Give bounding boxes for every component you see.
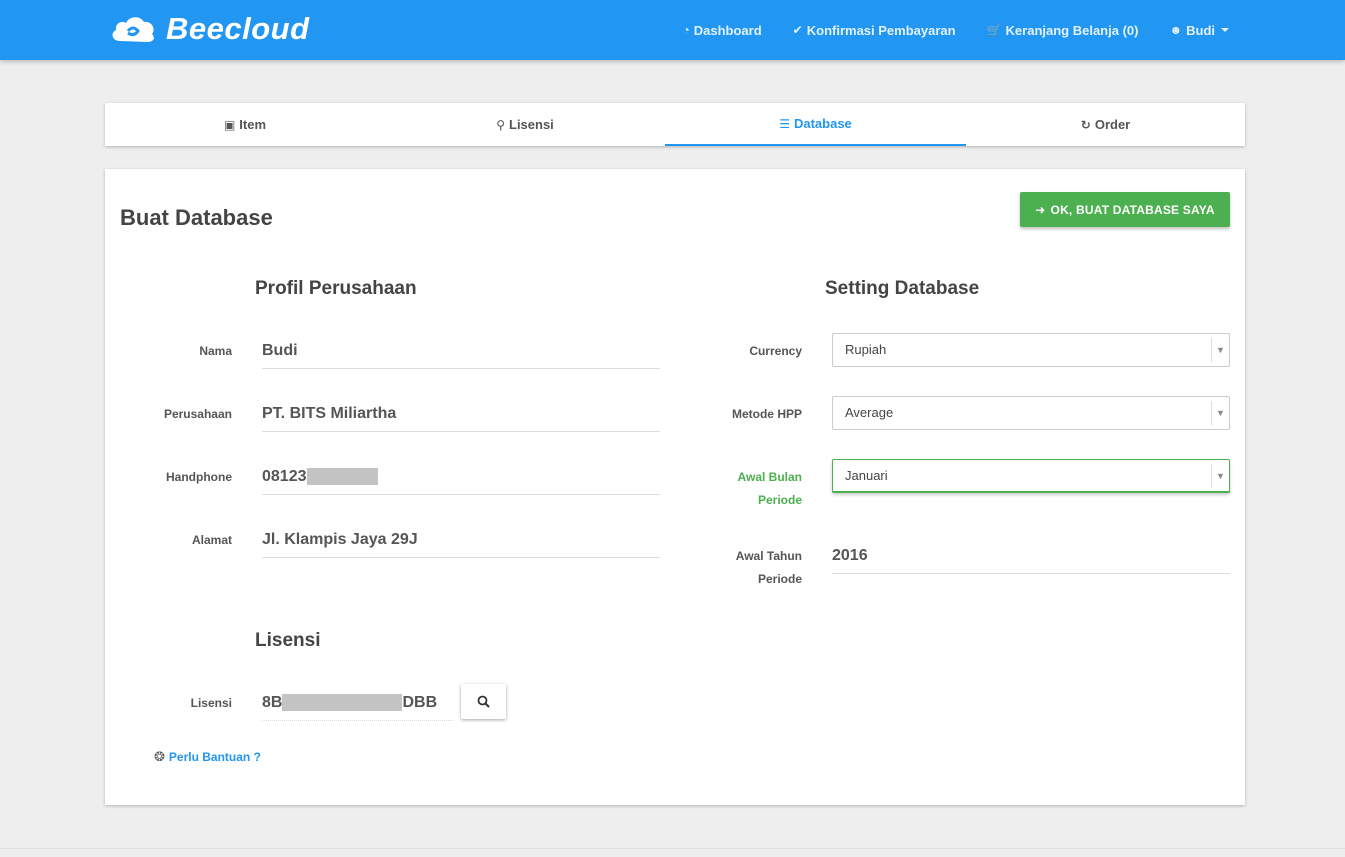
search-icon [477,695,490,708]
help-link-label: Perlu Bantuan ? [168,750,261,764]
nav-cart-label: Keranjang Belanja (0) [1005,22,1139,38]
license-value-suffix: DBB [402,694,438,711]
profile-section-title: Profil Perusahaan [255,278,417,299]
nav-dashboard-label: Dashboard [693,22,762,38]
brand-logo[interactable]: Beecloud [108,8,310,50]
user-icon: ☻ [1169,23,1183,37]
dropdown-arrow-icon: ▼ [1211,464,1229,488]
dropdown-arrow-icon: ▼ [1211,401,1229,425]
main-nav: ◔ Dashboard ✔ Konfirmasi Pembayaran 🛒 Ke… [652,0,1229,60]
start-month-label-line2: Periode [757,493,802,507]
license-section-title: Lisensi [255,630,321,651]
license-label: Lisensi [190,696,232,710]
nav-confirm-payment-label: Konfirmasi Pembayaran [806,22,956,38]
dropdown-arrow-icon: ▼ [1211,338,1229,362]
arrow-right-icon: ➜ [1035,202,1046,217]
license-search-button[interactable] [461,684,506,719]
license-value-prefix: 8B [262,694,283,711]
nav-user-label: Budi [1186,22,1215,38]
currency-select[interactable]: Rupiah ▼ [832,333,1230,367]
database-icon: ☰ [779,116,790,131]
check-icon: ✔ [792,23,803,37]
footer-divider [0,848,1345,849]
brand-name: Beecloud [166,11,310,46]
start-year-label-line1: Awal Tahun [735,549,802,563]
name-field[interactable]: Budi [262,333,660,369]
nav-confirm-payment[interactable]: ✔ Konfirmasi Pembayaran [793,23,956,38]
name-label: Nama [199,344,232,358]
phone-value: 08123 [262,468,307,485]
start-month-label-line1: Awal Bulan [737,470,802,484]
tab-lisensi-label: Lisensi [509,117,554,132]
tab-database-label: Database [793,116,852,131]
hpp-method-select[interactable]: Average ▼ [832,396,1230,430]
company-field[interactable]: PT. BITS Miliartha [262,396,660,432]
start-month-label: Awal Bulan Periode [695,466,802,512]
create-database-card: Buat Database ➜ OK, BUAT DATABASE SAYA P… [105,169,1245,805]
navbar: Beecloud ◔ Dashboard ✔ Konfirmasi Pembay… [0,0,1345,60]
currency-selected-value: Rupiah [845,342,887,357]
hpp-selected-value: Average [845,405,894,420]
hpp-label: Metode HPP [731,407,802,421]
cloud-logo-icon [112,17,154,42]
tab-lisensi[interactable]: ⚲ Lisensi [385,103,665,146]
start-year-label: Awal Tahun Periode [695,545,802,591]
create-database-button-label: OK, BUAT DATABASE SAYA [1050,202,1215,217]
address-field[interactable]: Jl. Klampis Jaya 29J [262,522,660,558]
currency-label: Currency [749,344,802,358]
phone-label: Handphone [166,470,232,484]
redacted-block [306,468,378,486]
refresh-icon: ↻ [1080,117,1091,132]
start-year-label-line2: Periode [757,572,802,586]
tab-database[interactable]: ☰ Database [665,103,966,146]
tab-order-label: Order [1094,117,1131,132]
caret-down-icon [1221,28,1229,32]
nav-cart[interactable]: 🛒 Keranjang Belanja (0) [987,23,1139,38]
nav-user-menu[interactable]: ☻ Budi [1169,23,1229,38]
cart-icon: 🛒 [986,23,1002,37]
help-link[interactable]: ❂ Perlu Bantuan ? [154,749,261,765]
address-label: Alamat [191,533,232,547]
redacted-block [282,694,403,712]
create-database-button[interactable]: ➜ OK, BUAT DATABASE SAYA [1020,192,1230,227]
tab-item-label: Item [239,117,267,132]
phone-field[interactable]: 08123 [262,459,660,495]
page-title: Buat Database [120,205,273,230]
tab-order[interactable]: ↻ Order [966,103,1245,146]
wizard-tabs: ▣ Item ⚲ Lisensi ☰ Database ↻ Order [105,103,1245,146]
key-icon: ⚲ [496,117,505,132]
settings-section-title: Setting Database [825,278,980,299]
dashboard-icon: ◔ [682,23,690,37]
company-label: Perusahaan [163,407,232,421]
start-month-select[interactable]: Januari ▼ [832,459,1230,493]
license-field[interactable]: 8B DBB [262,685,453,721]
start-month-selected-value: Januari [845,468,888,483]
cube-icon: ▣ [223,117,236,132]
tab-item[interactable]: ▣ Item [105,103,385,146]
nav-dashboard[interactable]: ◔ Dashboard [683,23,762,38]
lifebuoy-icon: ❂ [154,749,165,764]
start-year-field[interactable]: 2016 [832,538,1230,574]
